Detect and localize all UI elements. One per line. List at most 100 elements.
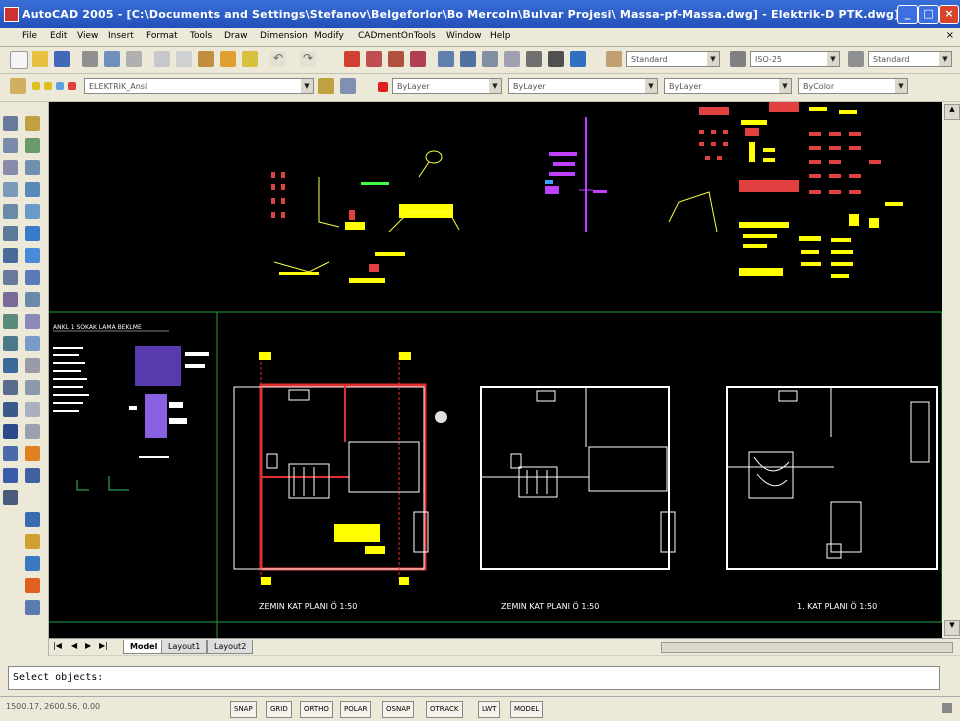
menu-window[interactable]: Window bbox=[446, 31, 482, 41]
region-icon[interactable] bbox=[3, 446, 18, 461]
open-icon[interactable] bbox=[32, 51, 48, 67]
rectangle-icon[interactable] bbox=[3, 204, 18, 219]
pan-icon[interactable] bbox=[344, 51, 360, 67]
make-current-layer-icon[interactable] bbox=[318, 78, 334, 94]
menu-view[interactable]: View bbox=[77, 31, 98, 41]
fillet-icon[interactable] bbox=[25, 424, 40, 439]
autocad-app-icon[interactable] bbox=[4, 7, 19, 22]
tab-layout1[interactable]: Layout1 bbox=[161, 640, 208, 654]
command-line-input[interactable]: Select objects: bbox=[8, 666, 940, 690]
snap-toggle[interactable]: SNAP bbox=[230, 701, 257, 718]
grid-toggle[interactable]: GRID bbox=[266, 701, 292, 718]
extend-icon[interactable] bbox=[25, 336, 40, 351]
lwt-toggle[interactable]: LWT bbox=[478, 701, 501, 718]
match-properties-icon[interactable] bbox=[220, 51, 236, 67]
revision-cloud-icon[interactable] bbox=[3, 270, 18, 285]
block-editor-icon[interactable] bbox=[242, 51, 258, 67]
menu-cadmenttools[interactable]: CADmentOnTools bbox=[358, 31, 436, 41]
menu-modify[interactable]: Modify bbox=[314, 31, 344, 41]
rotate-icon[interactable] bbox=[25, 248, 40, 263]
dim-style-select[interactable]: ISO-25 ▼ bbox=[750, 51, 840, 67]
chamfer-icon[interactable] bbox=[25, 402, 40, 417]
zoom-realtime-icon[interactable] bbox=[366, 51, 382, 67]
spline-icon[interactable] bbox=[3, 292, 18, 307]
layer-previous-icon[interactable] bbox=[340, 78, 356, 94]
new-icon[interactable] bbox=[10, 51, 28, 69]
tray-settings-icon[interactable] bbox=[942, 703, 952, 713]
mirror-icon[interactable] bbox=[25, 160, 40, 175]
tab-prev-icon[interactable]: ◀ bbox=[71, 641, 77, 650]
polar-toggle[interactable]: POLAR bbox=[340, 701, 372, 718]
arc-icon[interactable] bbox=[3, 226, 18, 241]
ellipse-icon[interactable] bbox=[3, 314, 18, 329]
zoom-icon[interactable] bbox=[25, 468, 40, 483]
layer-lock-icon[interactable] bbox=[56, 82, 64, 90]
linetype-select[interactable]: ByLayer ▼ bbox=[508, 78, 658, 94]
break-icon[interactable] bbox=[25, 358, 40, 373]
design-center-icon[interactable] bbox=[460, 51, 476, 67]
text-style-select[interactable]: Standard ▼ bbox=[626, 51, 720, 67]
minimize-button[interactable]: _ bbox=[897, 5, 918, 24]
construction-line-icon[interactable] bbox=[3, 138, 18, 153]
menu-help[interactable]: Help bbox=[490, 31, 511, 41]
layer-color-icon[interactable] bbox=[68, 82, 76, 90]
menu-draw[interactable]: Draw bbox=[224, 31, 248, 41]
properties-icon[interactable] bbox=[438, 51, 454, 67]
menu-insert[interactable]: Insert bbox=[108, 31, 134, 41]
quick-dim-icon[interactable] bbox=[25, 600, 40, 615]
line-icon[interactable] bbox=[3, 116, 18, 131]
layer-select[interactable]: ELEKTRIK_Ansi ▼ bbox=[84, 78, 314, 94]
osnap-toggle[interactable]: OSNAP bbox=[382, 701, 415, 718]
color-select[interactable]: ByLayer ▼ bbox=[392, 78, 502, 94]
save-icon[interactable] bbox=[54, 51, 70, 67]
dim-linear-icon[interactable] bbox=[25, 512, 40, 527]
undo-icon[interactable]: ↶ bbox=[270, 51, 286, 67]
horizontal-scrollbar[interactable] bbox=[661, 642, 953, 653]
circle-icon[interactable] bbox=[3, 248, 18, 263]
model-toggle[interactable]: MODEL bbox=[510, 701, 544, 718]
maximize-button[interactable]: □ bbox=[918, 5, 939, 24]
menu-edit[interactable]: Edit bbox=[50, 31, 67, 41]
make-block-icon[interactable] bbox=[3, 380, 18, 395]
tab-model[interactable]: Model bbox=[123, 640, 165, 654]
plot-icon[interactable] bbox=[82, 51, 98, 67]
scroll-down-icon[interactable]: ▼ bbox=[944, 620, 960, 636]
dim-aligned-icon[interactable] bbox=[25, 534, 40, 549]
paste-icon[interactable] bbox=[198, 51, 214, 67]
table-icon[interactable] bbox=[3, 468, 18, 483]
close-button[interactable]: × bbox=[939, 5, 959, 24]
layer-on-icon[interactable] bbox=[32, 82, 40, 90]
layer-manager-icon[interactable] bbox=[10, 78, 26, 94]
otrack-toggle[interactable]: OTRACK bbox=[426, 701, 463, 718]
tab-layout2[interactable]: Layout2 bbox=[207, 640, 254, 654]
menu-dimension[interactable]: Dimension bbox=[260, 31, 308, 41]
dim-angular-icon[interactable] bbox=[25, 578, 40, 593]
ellipse-arc-icon[interactable] bbox=[3, 336, 18, 351]
layer-freeze-icon[interactable] bbox=[44, 82, 52, 90]
menu-format[interactable]: Format bbox=[146, 31, 178, 41]
sheet-set-icon[interactable] bbox=[504, 51, 520, 67]
help-icon[interactable] bbox=[570, 51, 586, 67]
doc-close-icon[interactable]: × bbox=[946, 30, 954, 41]
markup-icon[interactable] bbox=[526, 51, 542, 67]
copy-object-icon[interactable] bbox=[25, 138, 40, 153]
calculator-icon[interactable] bbox=[548, 51, 564, 67]
redo-icon[interactable]: ↷ bbox=[300, 51, 316, 67]
tab-first-icon[interactable]: |◀ bbox=[53, 641, 62, 650]
plot-preview-icon[interactable] bbox=[104, 51, 120, 67]
offset-icon[interactable] bbox=[25, 182, 40, 197]
explode-icon[interactable] bbox=[25, 446, 40, 461]
polygon-icon[interactable] bbox=[3, 182, 18, 197]
dim-radius-icon[interactable] bbox=[25, 556, 40, 571]
menu-file[interactable]: File bbox=[22, 31, 37, 41]
point-icon[interactable] bbox=[3, 402, 18, 417]
scroll-up-icon[interactable]: ▲ bbox=[944, 104, 960, 120]
vertical-scrollbar[interactable]: ▲ ▼ bbox=[942, 102, 960, 638]
move-icon[interactable] bbox=[25, 226, 40, 241]
join-icon[interactable] bbox=[25, 380, 40, 395]
zoom-previous-icon[interactable] bbox=[410, 51, 426, 67]
menu-tools[interactable]: Tools bbox=[190, 31, 212, 41]
lineweight-select[interactable]: ByLayer ▼ bbox=[664, 78, 792, 94]
zoom-window-icon[interactable] bbox=[388, 51, 404, 67]
publish-icon[interactable] bbox=[126, 51, 142, 67]
